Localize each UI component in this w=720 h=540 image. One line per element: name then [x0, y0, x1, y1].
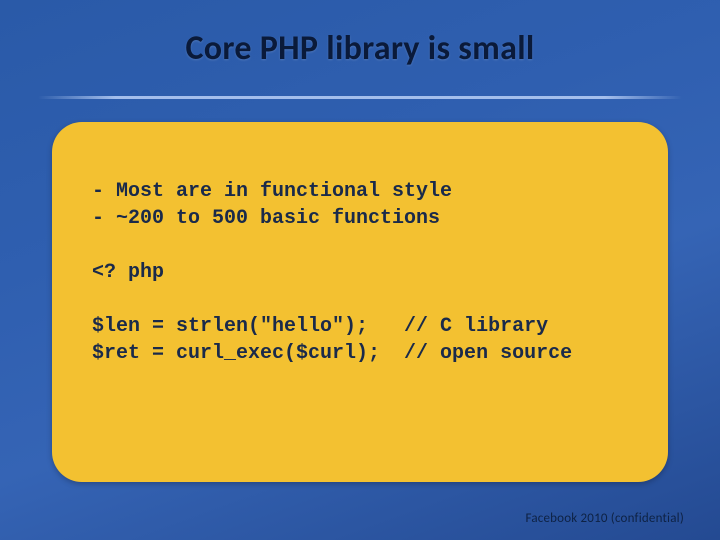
title-divider	[38, 96, 682, 99]
slide-title: Core PHP library is small	[0, 0, 720, 69]
code-line: <? php	[92, 261, 164, 284]
code-line: $ret = curl_exec($curl); // open source	[92, 342, 572, 365]
code-line: - ~200 to 500 basic functions	[92, 207, 440, 230]
code-content: - Most are in functional style - ~200 to…	[92, 178, 628, 367]
code-line: $len = strlen("hello"); // C library	[92, 315, 548, 338]
code-panel: - Most are in functional style - ~200 to…	[52, 122, 668, 482]
code-line: - Most are in functional style	[92, 180, 452, 203]
slide-footer: Facebook 2010 (confidential)	[526, 511, 685, 526]
